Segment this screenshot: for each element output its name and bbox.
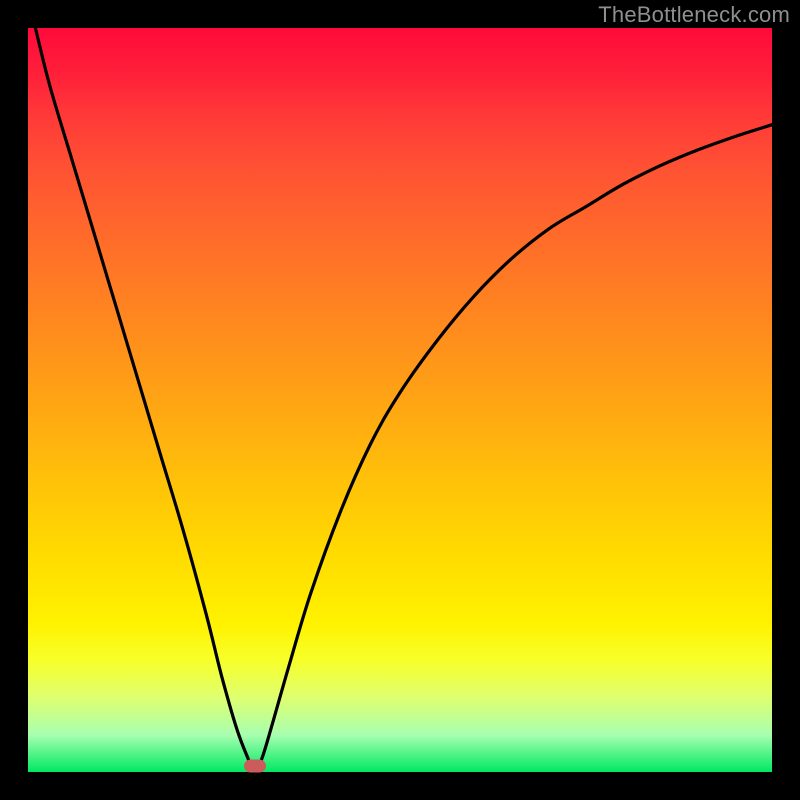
watermark-text: TheBottleneck.com (598, 2, 790, 28)
plot-area (28, 28, 772, 772)
bottleneck-curve (35, 28, 772, 772)
curve-layer (28, 28, 772, 772)
optimal-marker (244, 760, 266, 773)
chart-frame: TheBottleneck.com (0, 0, 800, 800)
